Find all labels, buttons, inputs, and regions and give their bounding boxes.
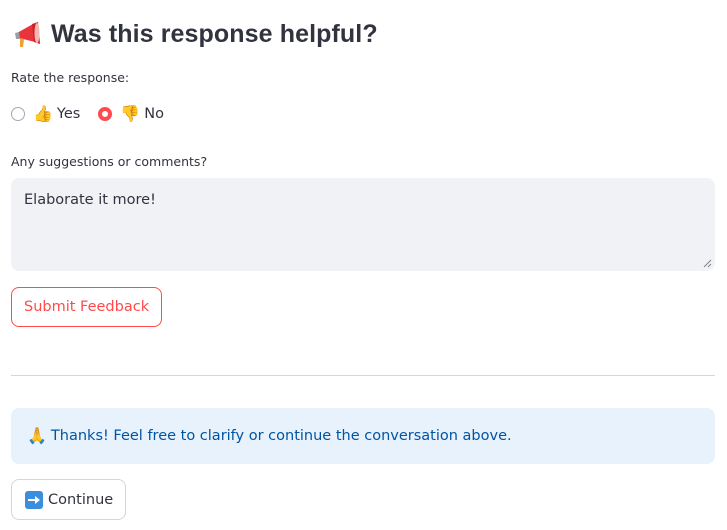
comments-field-container: Elaborate it more!	[11, 178, 715, 271]
thumbs-up-icon: 👍	[33, 104, 53, 123]
radio-no[interactable]	[98, 107, 113, 121]
info-message: Thanks! Feel free to clarify or continue…	[50, 428, 512, 444]
radio-yes[interactable]	[11, 107, 25, 121]
rating-option-no[interactable]: 👎 No	[98, 106, 164, 122]
submit-feedback-button[interactable]: Submit Feedback	[11, 287, 163, 327]
megaphone-icon	[15, 22, 40, 47]
comments-textarea[interactable]: Elaborate it more!	[11, 178, 715, 271]
continue-label: Continue	[48, 491, 114, 508]
page-title: Was this response helpful?	[11, 14, 378, 54]
rating-radio-group: 👍 Yes 👎 No	[11, 102, 164, 126]
resize-handle-icon[interactable]	[703, 259, 712, 268]
rating-label: Rate the response:	[11, 70, 130, 85]
title-text: Was this response helpful?	[51, 19, 378, 48]
rating-option-label: Yes	[56, 106, 81, 122]
comments-label: Any suggestions or comments?	[11, 154, 208, 169]
right-arrow-icon	[25, 490, 43, 509]
divider	[11, 375, 715, 376]
continue-button[interactable]: Continue	[11, 479, 127, 520]
thumbs-down-icon: 👎	[120, 104, 141, 123]
feedback-page: Was this response helpful? Rate the resp…	[0, 0, 727, 530]
info-alert: 🙏 Thanks! Feel free to clarify or contin…	[11, 408, 715, 464]
rating-option-yes[interactable]: 👍 Yes	[11, 106, 80, 122]
rating-option-label: No	[144, 106, 164, 122]
folded-hands-icon: 🙏	[27, 426, 47, 445]
